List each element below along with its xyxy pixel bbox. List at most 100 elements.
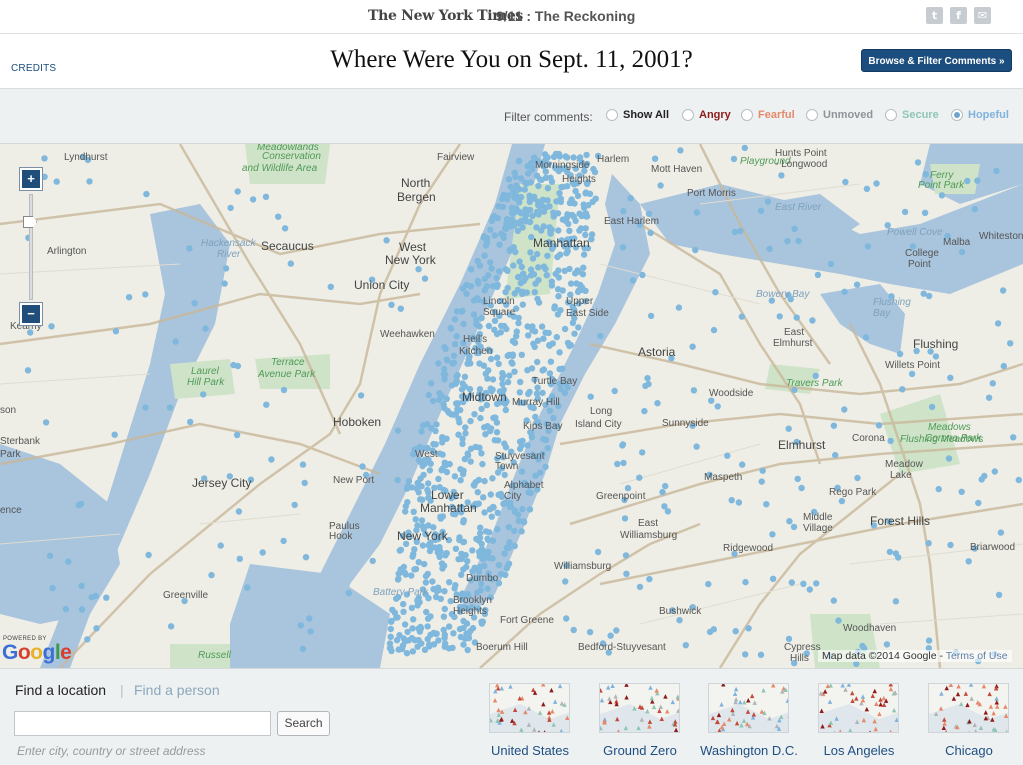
comment-marker[interactable]: [463, 563, 470, 571]
thumbnail-los-angeles[interactable]: [818, 683, 899, 733]
comment-marker[interactable]: [559, 287, 566, 294]
comment-marker[interactable]: [517, 378, 524, 386]
comment-marker[interactable]: [410, 508, 417, 515]
comment-marker[interactable]: [263, 401, 270, 408]
comment-marker[interactable]: [440, 613, 448, 620]
comment-marker[interactable]: [517, 175, 525, 182]
comment-marker[interactable]: [534, 358, 541, 366]
comment-marker[interactable]: [493, 330, 501, 338]
radio-button[interactable]: [741, 109, 753, 121]
comment-marker[interactable]: [769, 531, 776, 538]
comment-marker[interactable]: [405, 637, 412, 644]
comment-marker[interactable]: [530, 340, 537, 347]
comment-marker[interactable]: [517, 279, 524, 287]
search-button[interactable]: Search: [277, 711, 330, 736]
comment-marker[interactable]: [555, 274, 562, 281]
comment-marker[interactable]: [172, 338, 179, 345]
comment-marker[interactable]: [484, 585, 491, 592]
comment-marker[interactable]: [1015, 476, 1022, 484]
comment-marker[interactable]: [520, 270, 527, 277]
comment-marker[interactable]: [491, 437, 498, 444]
comment-marker[interactable]: [538, 323, 546, 330]
comment-marker[interactable]: [526, 192, 533, 199]
comment-marker[interactable]: [690, 387, 698, 394]
comment-marker[interactable]: [505, 524, 512, 531]
comment-marker[interactable]: [611, 387, 618, 395]
comment-marker[interactable]: [502, 288, 509, 296]
browse-filter-comments-button[interactable]: Browse & Filter Comments »: [861, 49, 1012, 72]
comment-marker[interactable]: [766, 245, 773, 252]
comment-marker[interactable]: [458, 308, 465, 315]
comment-marker[interactable]: [587, 393, 594, 400]
comment-marker[interactable]: [507, 183, 514, 191]
comment-marker[interactable]: [221, 280, 228, 287]
comment-marker[interactable]: [249, 196, 257, 203]
comment-marker[interactable]: [468, 266, 475, 273]
comment-marker[interactable]: [441, 634, 448, 642]
comment-marker[interactable]: [661, 503, 668, 510]
comment-marker[interactable]: [450, 630, 457, 637]
comment-marker[interactable]: [396, 547, 403, 554]
comment-marker[interactable]: [619, 244, 627, 251]
comment-marker[interactable]: [582, 225, 589, 232]
comment-marker[interactable]: [462, 430, 469, 437]
comment-marker[interactable]: [262, 193, 270, 200]
thumbnail-label-ground-zero[interactable]: Ground Zero: [585, 743, 695, 758]
comment-marker[interactable]: [474, 295, 481, 302]
comment-marker[interactable]: [689, 343, 696, 350]
comment-marker[interactable]: [428, 380, 435, 387]
comment-marker[interactable]: [488, 265, 495, 272]
comment-marker[interactable]: [461, 373, 469, 380]
comment-marker[interactable]: [535, 198, 542, 205]
comment-marker[interactable]: [394, 476, 401, 484]
comment-marker[interactable]: [493, 283, 501, 290]
comment-marker[interactable]: [480, 494, 487, 501]
comment-marker[interactable]: [522, 218, 530, 225]
comment-marker[interactable]: [582, 210, 590, 217]
comment-marker[interactable]: [553, 333, 560, 341]
comment-marker[interactable]: [509, 351, 516, 358]
comment-marker[interactable]: [800, 580, 807, 587]
comment-marker[interactable]: [841, 288, 848, 295]
thumbnail-label-chicago[interactable]: Chicago: [914, 743, 1023, 758]
comment-marker[interactable]: [327, 283, 334, 290]
comment-marker[interactable]: [299, 461, 307, 468]
thumbnail-united-states[interactable]: [489, 683, 570, 733]
comment-marker[interactable]: [410, 616, 417, 623]
comment-marker[interactable]: [453, 400, 460, 407]
comment-marker[interactable]: [499, 375, 506, 382]
comment-marker[interactable]: [586, 628, 594, 636]
comment-marker[interactable]: [142, 291, 149, 298]
comment-marker[interactable]: [53, 178, 60, 185]
comment-marker[interactable]: [234, 362, 242, 370]
comment-marker[interactable]: [414, 602, 421, 609]
comment-marker[interactable]: [415, 559, 422, 566]
comment-marker[interactable]: [958, 248, 966, 256]
comment-marker[interactable]: [280, 537, 287, 545]
comment-marker[interactable]: [572, 187, 579, 195]
comment-marker[interactable]: [93, 625, 100, 632]
comment-marker[interactable]: [529, 255, 537, 262]
comment-marker[interactable]: [62, 605, 70, 613]
comment-marker[interactable]: [437, 548, 444, 555]
comment-marker[interactable]: [532, 280, 539, 287]
comment-marker[interactable]: [645, 380, 652, 388]
comment-marker[interactable]: [520, 518, 527, 525]
comment-marker[interactable]: [964, 177, 971, 185]
comment-marker[interactable]: [527, 249, 534, 256]
comment-marker[interactable]: [571, 330, 578, 337]
comment-marker[interactable]: [446, 579, 453, 586]
comment-marker[interactable]: [813, 580, 820, 587]
comment-marker[interactable]: [620, 459, 627, 467]
comment-marker[interactable]: [244, 584, 251, 591]
thumbnail-label-washington-d-c[interactable]: Washington D.C.: [694, 743, 804, 758]
comment-marker[interactable]: [506, 503, 514, 510]
comment-marker[interactable]: [487, 226, 494, 233]
comment-marker[interactable]: [405, 478, 413, 485]
comment-marker[interactable]: [467, 417, 474, 425]
comment-marker[interactable]: [622, 552, 630, 559]
comment-marker[interactable]: [504, 563, 511, 570]
comment-marker[interactable]: [535, 208, 543, 215]
comment-marker[interactable]: [841, 406, 848, 413]
comment-marker[interactable]: [474, 257, 481, 265]
